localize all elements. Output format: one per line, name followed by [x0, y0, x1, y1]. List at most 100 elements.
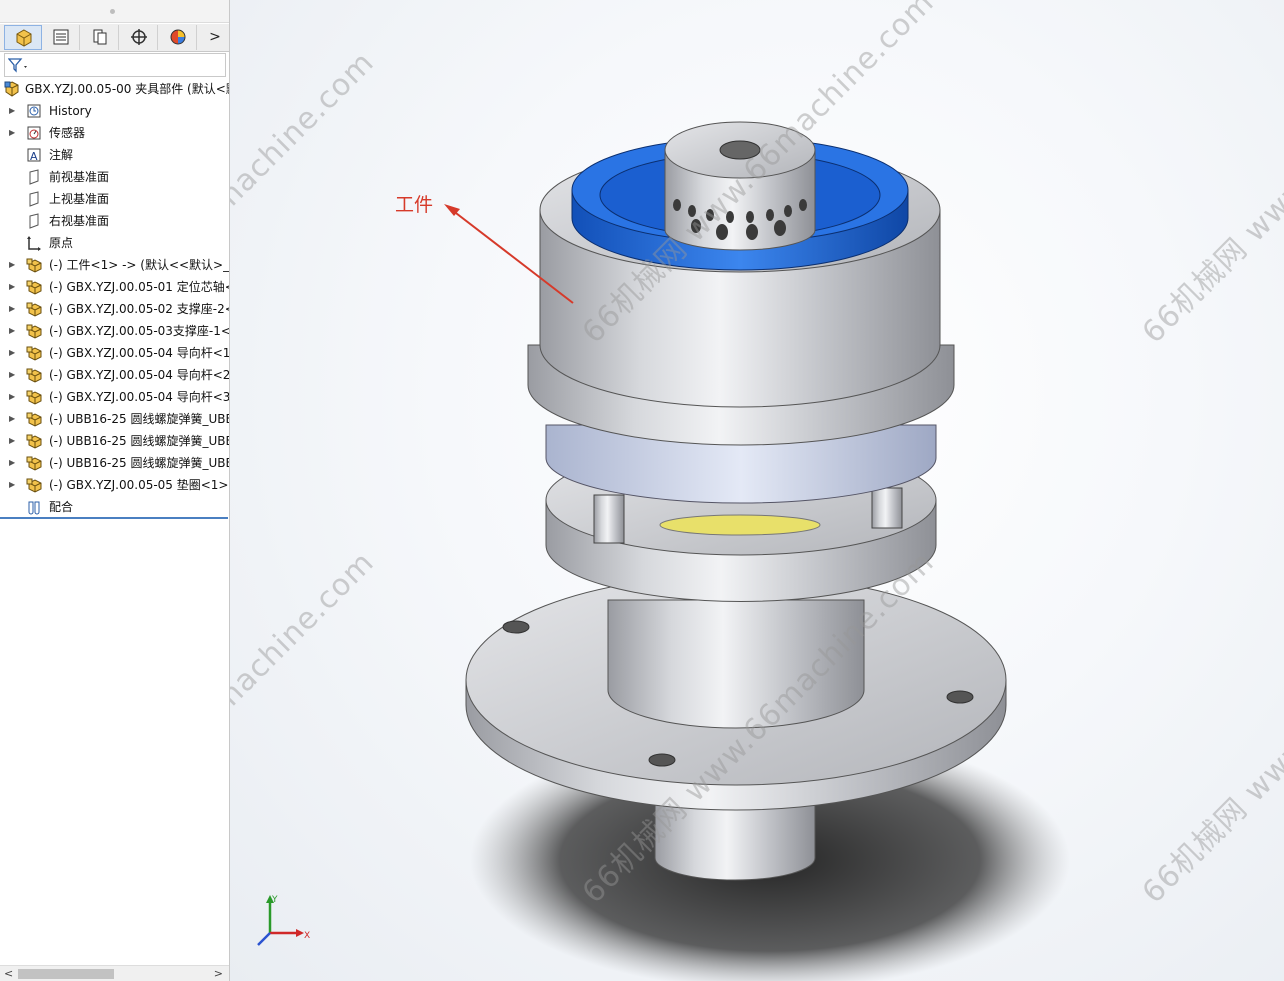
- tree-item-label: 配合: [49, 500, 74, 514]
- tab-property-manager[interactable]: [42, 25, 80, 50]
- rollback-bar[interactable]: [0, 517, 228, 519]
- configuration-manager-icon: [93, 29, 107, 45]
- part-icon: [26, 390, 42, 405]
- part-icon: [26, 478, 42, 493]
- sensor-icon: [27, 126, 41, 140]
- expand-arrow-icon[interactable]: ▶: [9, 430, 15, 452]
- tree-root-label: GBX.YZJ.00.05-00 夹具部件 (默认<默: [25, 82, 229, 96]
- tree-item-label: (-) 工件<1> -> (默认<<默认>_显: [49, 258, 229, 272]
- part-icon: [26, 258, 42, 273]
- tree-item-label: 右视基准面: [49, 214, 110, 228]
- origin-icon: [27, 236, 41, 251]
- scroll-left-icon[interactable]: <: [4, 966, 13, 981]
- tree-root-assembly[interactable]: GBX.YZJ.00.05-00 夹具部件 (默认<默: [0, 78, 229, 100]
- annotation-icon: A: [27, 148, 41, 163]
- tree-item[interactable]: ▶ (-) GBX.YZJ.00.05-04 导向杆<2>: [0, 364, 229, 386]
- flange-hole: [946, 690, 974, 704]
- expand-arrow-icon[interactable]: ▶: [9, 100, 15, 122]
- expand-arrow-icon[interactable]: ▶: [9, 298, 15, 320]
- tree-item[interactable]: ▶ (-) GBX.YZJ.00.05-02 支撑座-2<: [0, 298, 229, 320]
- guide-rod: [871, 487, 903, 529]
- tree-item[interactable]: ▶ (-) 工件<1> -> (默认<<默认>_显: [0, 254, 229, 276]
- tree-item[interactable]: 右视基准面: [0, 210, 229, 232]
- tree-item[interactable]: 上视基准面: [0, 188, 229, 210]
- guide-rod: [593, 494, 625, 544]
- feature-manager-icon: [16, 29, 32, 47]
- tree-item[interactable]: ▶ (-) GBX.YZJ.00.05-03支撑座-1<: [0, 320, 229, 342]
- expand-arrow-icon[interactable]: ▶: [9, 408, 15, 430]
- tab-configuration-manager[interactable]: [81, 25, 119, 50]
- triad-x-label: X: [304, 931, 310, 941]
- tree-item[interactable]: ▶ (-) UBB16-25 圆线螺旋弹簧_UBE: [0, 408, 229, 430]
- tree-item[interactable]: 前视基准面: [0, 166, 229, 188]
- tab-dimxpert-manager[interactable]: [120, 25, 158, 50]
- tree-item[interactable]: 原点: [0, 232, 229, 254]
- tree-filter[interactable]: [4, 53, 226, 77]
- tree-item[interactable]: ▶ (-) GBX.YZJ.00.05-04 导向杆<1>: [0, 342, 229, 364]
- axis-triad[interactable]: Y X: [252, 893, 312, 953]
- expand-arrow-icon[interactable]: ▶: [9, 254, 15, 276]
- expand-arrow-icon[interactable]: ▶: [9, 342, 15, 364]
- flange-hole: [502, 620, 530, 634]
- tree-item-label: (-) GBX.YZJ.00.05-04 导向杆<3>: [49, 390, 229, 404]
- tree-item-label: (-) UBB16-25 圆线螺旋弹簧_UBE: [49, 456, 229, 470]
- horizontal-scrollbar[interactable]: < >: [0, 965, 229, 981]
- tree-item[interactable]: ▶ (-) UBB16-25 圆线螺旋弹簧_UBE: [0, 430, 229, 452]
- tab-display-manager[interactable]: [159, 25, 197, 50]
- flange-hole: [648, 753, 676, 767]
- tab-feature-manager[interactable]: [4, 25, 42, 50]
- triad-y-label: Y: [271, 895, 278, 905]
- tree-item-label: (-) GBX.YZJ.00.05-01 定位芯轴<: [49, 280, 229, 294]
- expand-arrow-icon[interactable]: ▶: [9, 276, 15, 298]
- expand-arrow-icon[interactable]: ▶: [9, 320, 15, 342]
- part-icon: [26, 302, 42, 317]
- tree-item-label: 注解: [49, 148, 74, 162]
- tree-item[interactable]: ▶ (-) GBX.YZJ.00.05-04 导向杆<3>: [0, 386, 229, 408]
- part-icon: [26, 368, 42, 383]
- part-icon: [26, 346, 42, 361]
- plane-icon: [29, 213, 39, 229]
- filter-icon: [8, 58, 27, 73]
- spring: [659, 514, 821, 536]
- expand-arrow-icon[interactable]: ▶: [9, 452, 15, 474]
- assembly-icon: [4, 81, 19, 97]
- tabs-more-chevron-icon[interactable]: >: [203, 25, 227, 50]
- history-icon: [27, 104, 41, 118]
- tree-item-label: (-) GBX.YZJ.00.05-02 支撑座-2<: [49, 302, 229, 316]
- tree-item[interactable]: A 注解: [0, 144, 229, 166]
- expand-arrow-icon[interactable]: ▶: [9, 474, 15, 496]
- tree-item[interactable]: ▶ (-) GBX.YZJ.00.05-05 垫圈<1> (: [0, 474, 229, 496]
- svg-text:A: A: [30, 150, 38, 163]
- tree-item[interactable]: ▶ (-) GBX.YZJ.00.05-01 定位芯轴<: [0, 276, 229, 298]
- tree-item-label: (-) GBX.YZJ.00.05-05 垫圈<1> (: [49, 478, 229, 492]
- triad-z-axis: [257, 932, 271, 946]
- part-icon: [26, 412, 42, 427]
- tree-item-label: History: [49, 104, 92, 118]
- panel-grip[interactable]: [0, 0, 229, 23]
- tree-item-label: (-) GBX.YZJ.00.05-04 导向杆<2>: [49, 368, 229, 382]
- part-icon: [26, 280, 42, 295]
- tree-item[interactable]: 配合: [0, 496, 229, 518]
- expand-arrow-icon[interactable]: ▶: [9, 364, 15, 386]
- callout-label: 工件: [395, 194, 434, 216]
- part-icon: [26, 434, 42, 449]
- part-icon: [26, 324, 42, 339]
- scrollbar-thumb[interactable]: [18, 969, 114, 979]
- part-icon: [26, 456, 42, 471]
- expand-arrow-icon[interactable]: ▶: [9, 122, 15, 144]
- tree-item-label: (-) UBB16-25 圆线螺旋弹簧_UBE: [49, 412, 229, 426]
- scroll-right-icon[interactable]: >: [214, 966, 223, 981]
- tree-item-label: 前视基准面: [49, 170, 110, 184]
- tree-item[interactable]: ▶ 传感器: [0, 122, 229, 144]
- graphics-area[interactable]: 66机械网 www.66machine.com 66机械网 www.66mach…: [230, 0, 1284, 981]
- dimxpert-icon: [131, 29, 147, 45]
- tree-item-label: 上视基准面: [49, 192, 110, 206]
- plane-icon: [29, 169, 39, 185]
- display-manager-icon: [170, 29, 186, 45]
- tree-item[interactable]: ▶ (-) UBB16-25 圆线螺旋弹簧_UBE: [0, 452, 229, 474]
- expand-arrow-icon[interactable]: ▶: [9, 386, 15, 408]
- tree-item[interactable]: ▶ History: [0, 100, 229, 122]
- property-manager-icon: [53, 29, 69, 45]
- tree-item-label: (-) GBX.YZJ.00.05-03支撑座-1<: [49, 324, 229, 338]
- feature-manager-panel: > GBX.YZJ.00.05-00 夹具部件 (默认<默 ▶ History ▶ 传…: [0, 0, 230, 981]
